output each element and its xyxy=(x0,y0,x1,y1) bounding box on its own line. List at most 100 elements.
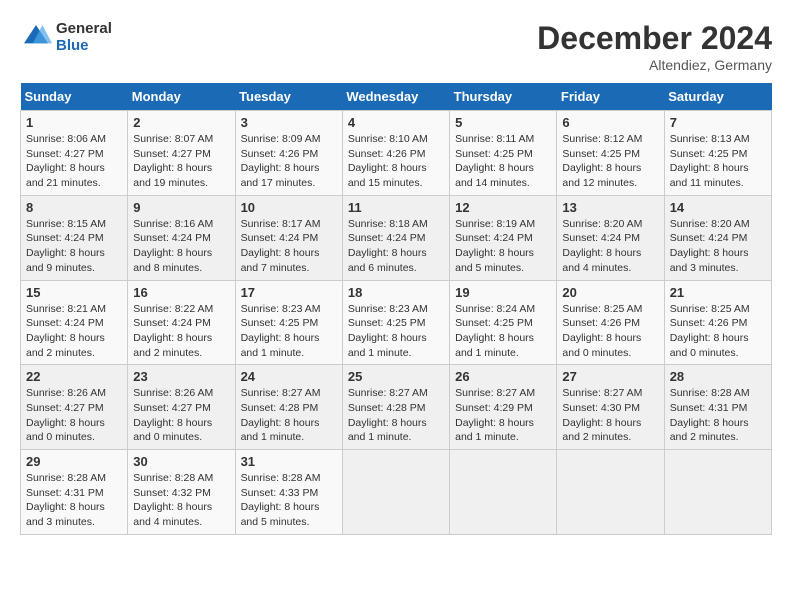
day-info: Sunrise: 8:27 AM Sunset: 4:30 PM Dayligh… xyxy=(562,386,658,445)
calendar-row: 22 Sunrise: 8:26 AM Sunset: 4:27 PM Dayl… xyxy=(21,365,772,450)
day-number: 24 xyxy=(241,369,337,384)
day-number: 23 xyxy=(133,369,229,384)
calendar-cell: 31 Sunrise: 8:28 AM Sunset: 4:33 PM Dayl… xyxy=(235,450,342,535)
calendar-cell: 15 Sunrise: 8:21 AM Sunset: 4:24 PM Dayl… xyxy=(21,280,128,365)
day-info: Sunrise: 8:25 AM Sunset: 4:26 PM Dayligh… xyxy=(562,302,658,361)
day-info: Sunrise: 8:28 AM Sunset: 4:33 PM Dayligh… xyxy=(241,471,337,530)
calendar-cell: 18 Sunrise: 8:23 AM Sunset: 4:25 PM Dayl… xyxy=(342,280,449,365)
calendar-table: Sunday Monday Tuesday Wednesday Thursday… xyxy=(20,83,772,535)
day-number: 1 xyxy=(26,115,122,130)
day-number: 10 xyxy=(241,200,337,215)
day-number: 18 xyxy=(348,285,444,300)
day-info: Sunrise: 8:19 AM Sunset: 4:24 PM Dayligh… xyxy=(455,217,551,276)
location-subtitle: Altendiez, Germany xyxy=(537,57,772,73)
day-info: Sunrise: 8:27 AM Sunset: 4:29 PM Dayligh… xyxy=(455,386,551,445)
calendar-cell: 20 Sunrise: 8:25 AM Sunset: 4:26 PM Dayl… xyxy=(557,280,664,365)
day-info: Sunrise: 8:22 AM Sunset: 4:24 PM Dayligh… xyxy=(133,302,229,361)
day-info: Sunrise: 8:23 AM Sunset: 4:25 PM Dayligh… xyxy=(348,302,444,361)
calendar-cell xyxy=(557,450,664,535)
day-info: Sunrise: 8:28 AM Sunset: 4:31 PM Dayligh… xyxy=(670,386,766,445)
day-number: 30 xyxy=(133,454,229,469)
day-number: 3 xyxy=(241,115,337,130)
day-number: 7 xyxy=(670,115,766,130)
day-number: 15 xyxy=(26,285,122,300)
day-number: 21 xyxy=(670,285,766,300)
day-info: Sunrise: 8:16 AM Sunset: 4:24 PM Dayligh… xyxy=(133,217,229,276)
calendar-row: 8 Sunrise: 8:15 AM Sunset: 4:24 PM Dayli… xyxy=(21,195,772,280)
calendar-cell: 22 Sunrise: 8:26 AM Sunset: 4:27 PM Dayl… xyxy=(21,365,128,450)
day-info: Sunrise: 8:23 AM Sunset: 4:25 PM Dayligh… xyxy=(241,302,337,361)
day-info: Sunrise: 8:07 AM Sunset: 4:27 PM Dayligh… xyxy=(133,132,229,191)
day-number: 28 xyxy=(670,369,766,384)
title-block: December 2024 Altendiez, Germany xyxy=(537,20,772,73)
calendar-cell: 30 Sunrise: 8:28 AM Sunset: 4:32 PM Dayl… xyxy=(128,450,235,535)
day-number: 8 xyxy=(26,200,122,215)
calendar-cell: 26 Sunrise: 8:27 AM Sunset: 4:29 PM Dayl… xyxy=(450,365,557,450)
col-thursday: Thursday xyxy=(450,83,557,111)
day-info: Sunrise: 8:25 AM Sunset: 4:26 PM Dayligh… xyxy=(670,302,766,361)
calendar-cell: 25 Sunrise: 8:27 AM Sunset: 4:28 PM Dayl… xyxy=(342,365,449,450)
calendar-cell xyxy=(342,450,449,535)
day-number: 9 xyxy=(133,200,229,215)
col-wednesday: Wednesday xyxy=(342,83,449,111)
day-number: 20 xyxy=(562,285,658,300)
day-info: Sunrise: 8:20 AM Sunset: 4:24 PM Dayligh… xyxy=(670,217,766,276)
calendar-row: 29 Sunrise: 8:28 AM Sunset: 4:31 PM Dayl… xyxy=(21,450,772,535)
calendar-cell: 19 Sunrise: 8:24 AM Sunset: 4:25 PM Dayl… xyxy=(450,280,557,365)
calendar-cell: 10 Sunrise: 8:17 AM Sunset: 4:24 PM Dayl… xyxy=(235,195,342,280)
day-info: Sunrise: 8:18 AM Sunset: 4:24 PM Dayligh… xyxy=(348,217,444,276)
calendar-cell: 14 Sunrise: 8:20 AM Sunset: 4:24 PM Dayl… xyxy=(664,195,771,280)
calendar-cell: 7 Sunrise: 8:13 AM Sunset: 4:25 PM Dayli… xyxy=(664,111,771,196)
col-friday: Friday xyxy=(557,83,664,111)
calendar-cell: 9 Sunrise: 8:16 AM Sunset: 4:24 PM Dayli… xyxy=(128,195,235,280)
logo-icon xyxy=(20,21,52,53)
day-info: Sunrise: 8:27 AM Sunset: 4:28 PM Dayligh… xyxy=(348,386,444,445)
calendar-row: 15 Sunrise: 8:21 AM Sunset: 4:24 PM Dayl… xyxy=(21,280,772,365)
day-number: 13 xyxy=(562,200,658,215)
day-info: Sunrise: 8:26 AM Sunset: 4:27 PM Dayligh… xyxy=(26,386,122,445)
day-number: 14 xyxy=(670,200,766,215)
day-info: Sunrise: 8:17 AM Sunset: 4:24 PM Dayligh… xyxy=(241,217,337,276)
day-number: 27 xyxy=(562,369,658,384)
calendar-cell: 1 Sunrise: 8:06 AM Sunset: 4:27 PM Dayli… xyxy=(21,111,128,196)
month-title: December 2024 xyxy=(537,20,772,57)
calendar-cell: 4 Sunrise: 8:10 AM Sunset: 4:26 PM Dayli… xyxy=(342,111,449,196)
day-number: 22 xyxy=(26,369,122,384)
calendar-cell: 17 Sunrise: 8:23 AM Sunset: 4:25 PM Dayl… xyxy=(235,280,342,365)
calendar-cell: 16 Sunrise: 8:22 AM Sunset: 4:24 PM Dayl… xyxy=(128,280,235,365)
day-info: Sunrise: 8:09 AM Sunset: 4:26 PM Dayligh… xyxy=(241,132,337,191)
col-saturday: Saturday xyxy=(664,83,771,111)
calendar-header-row: Sunday Monday Tuesday Wednesday Thursday… xyxy=(21,83,772,111)
day-info: Sunrise: 8:12 AM Sunset: 4:25 PM Dayligh… xyxy=(562,132,658,191)
col-monday: Monday xyxy=(128,83,235,111)
calendar-cell: 23 Sunrise: 8:26 AM Sunset: 4:27 PM Dayl… xyxy=(128,365,235,450)
day-info: Sunrise: 8:21 AM Sunset: 4:24 PM Dayligh… xyxy=(26,302,122,361)
col-sunday: Sunday xyxy=(21,83,128,111)
logo: General Blue xyxy=(20,20,112,54)
calendar-cell xyxy=(664,450,771,535)
day-info: Sunrise: 8:06 AM Sunset: 4:27 PM Dayligh… xyxy=(26,132,122,191)
day-info: Sunrise: 8:26 AM Sunset: 4:27 PM Dayligh… xyxy=(133,386,229,445)
calendar-cell: 21 Sunrise: 8:25 AM Sunset: 4:26 PM Dayl… xyxy=(664,280,771,365)
day-info: Sunrise: 8:27 AM Sunset: 4:28 PM Dayligh… xyxy=(241,386,337,445)
calendar-cell: 12 Sunrise: 8:19 AM Sunset: 4:24 PM Dayl… xyxy=(450,195,557,280)
day-number: 4 xyxy=(348,115,444,130)
calendar-cell: 11 Sunrise: 8:18 AM Sunset: 4:24 PM Dayl… xyxy=(342,195,449,280)
day-info: Sunrise: 8:15 AM Sunset: 4:24 PM Dayligh… xyxy=(26,217,122,276)
day-number: 11 xyxy=(348,200,444,215)
day-number: 29 xyxy=(26,454,122,469)
logo-text: General Blue xyxy=(56,20,112,54)
day-number: 25 xyxy=(348,369,444,384)
day-number: 17 xyxy=(241,285,337,300)
calendar-cell: 2 Sunrise: 8:07 AM Sunset: 4:27 PM Dayli… xyxy=(128,111,235,196)
day-number: 19 xyxy=(455,285,551,300)
day-info: Sunrise: 8:24 AM Sunset: 4:25 PM Dayligh… xyxy=(455,302,551,361)
day-number: 6 xyxy=(562,115,658,130)
calendar-cell: 13 Sunrise: 8:20 AM Sunset: 4:24 PM Dayl… xyxy=(557,195,664,280)
day-info: Sunrise: 8:11 AM Sunset: 4:25 PM Dayligh… xyxy=(455,132,551,191)
calendar-cell xyxy=(450,450,557,535)
calendar-cell: 24 Sunrise: 8:27 AM Sunset: 4:28 PM Dayl… xyxy=(235,365,342,450)
day-info: Sunrise: 8:20 AM Sunset: 4:24 PM Dayligh… xyxy=(562,217,658,276)
day-number: 31 xyxy=(241,454,337,469)
calendar-cell: 27 Sunrise: 8:27 AM Sunset: 4:30 PM Dayl… xyxy=(557,365,664,450)
